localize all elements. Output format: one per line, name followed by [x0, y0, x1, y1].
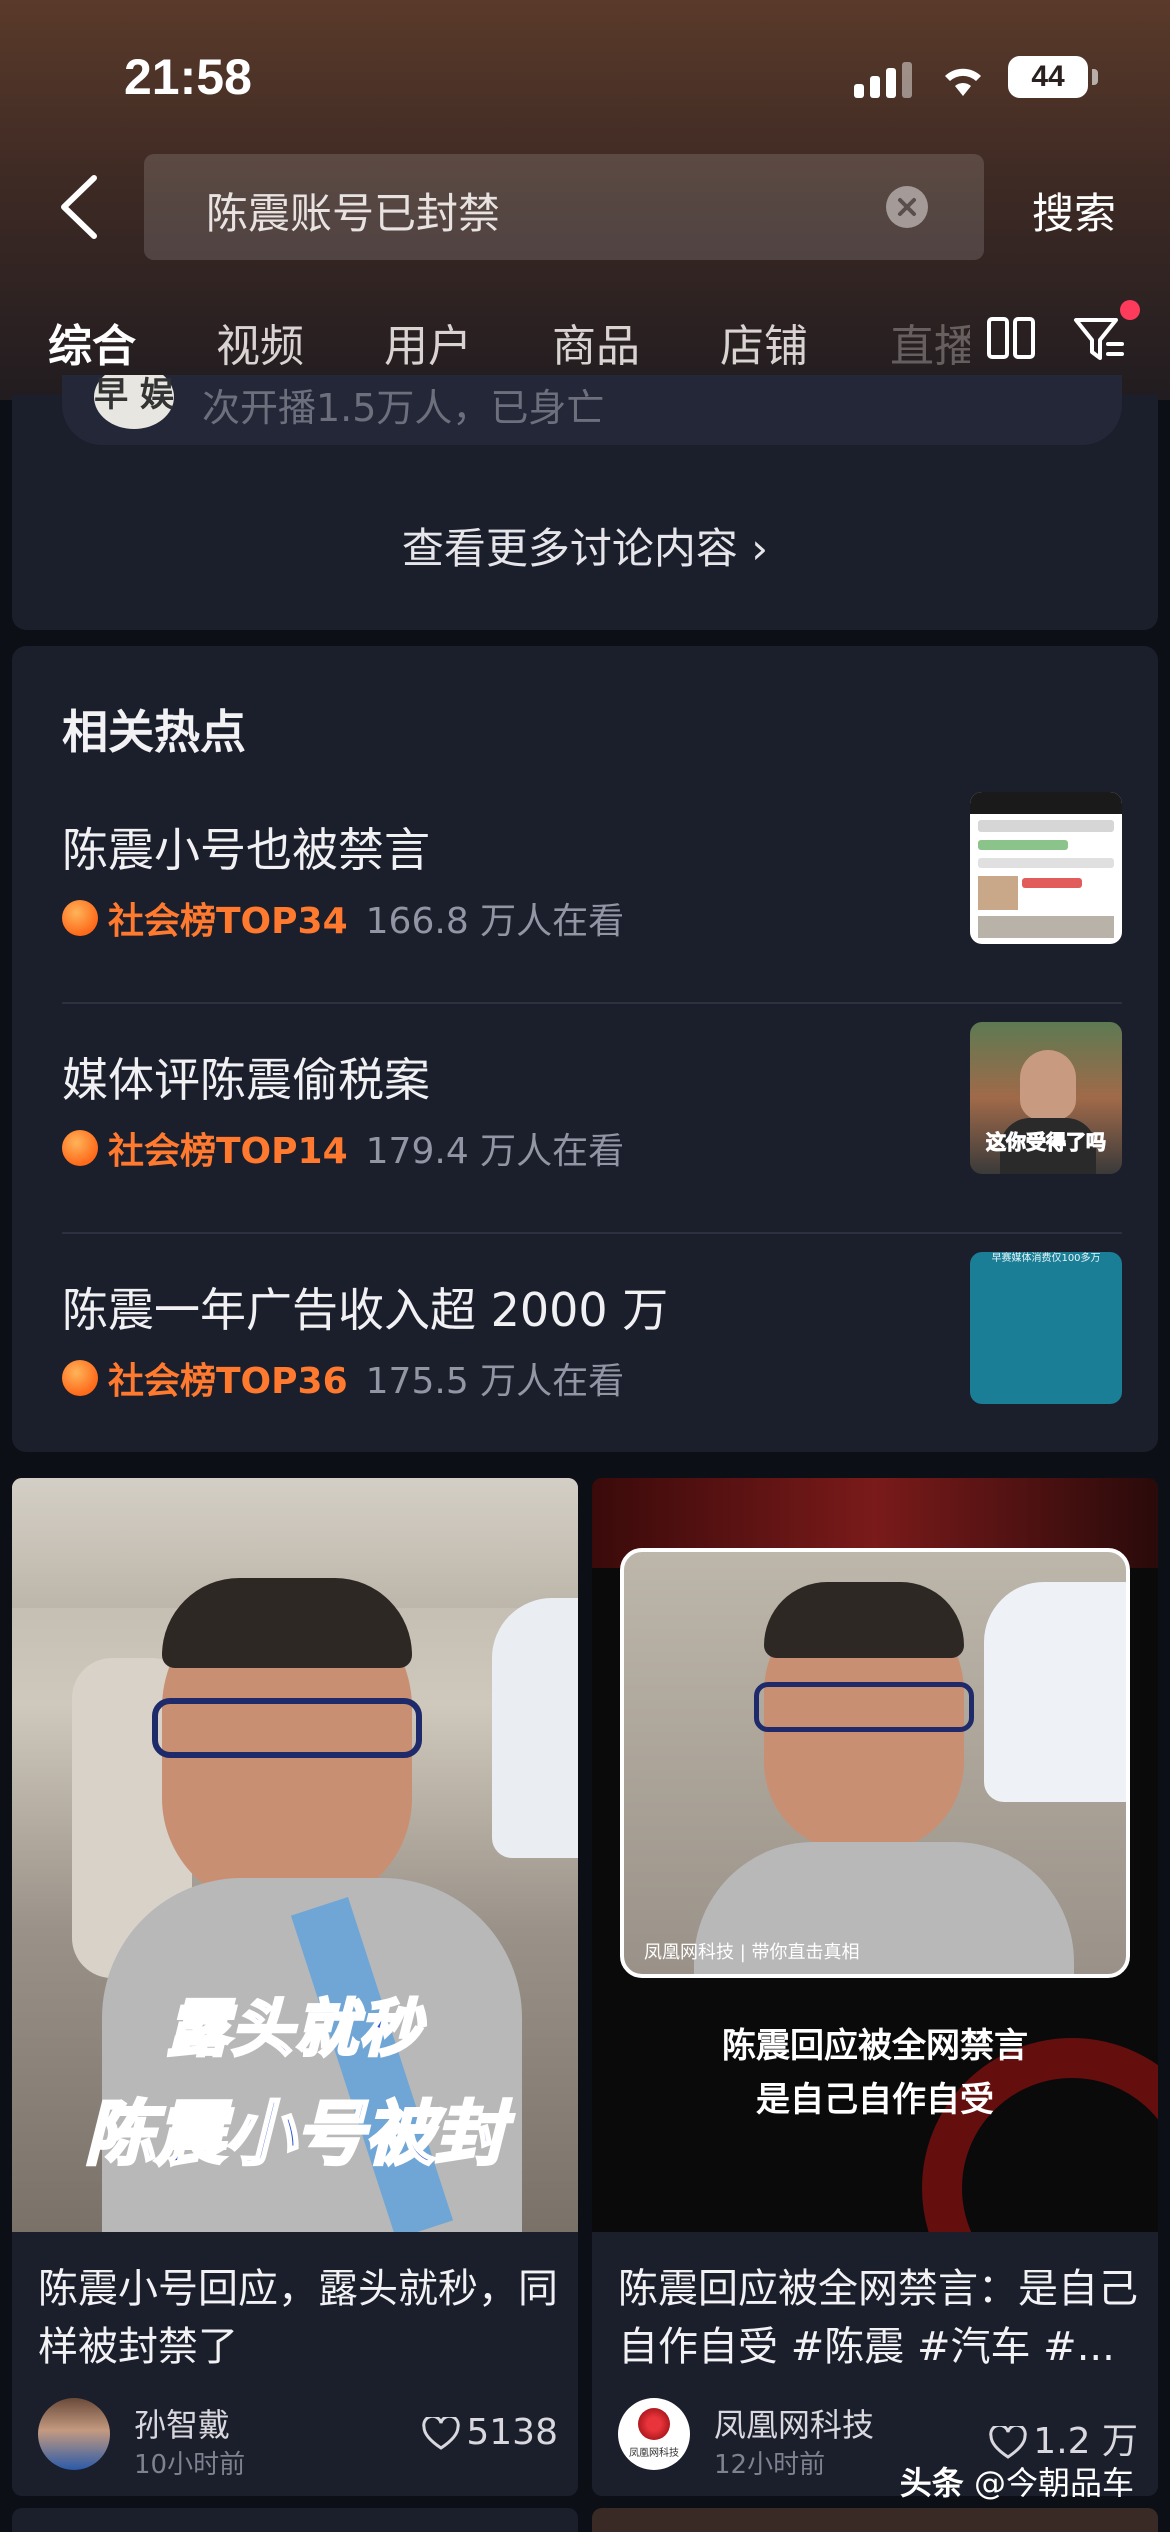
- search-input[interactable]: 陈震账号已封禁: [144, 154, 984, 260]
- hot-topic-thumbnail: 早赛媒体消费仅100多万: [970, 1252, 1122, 1404]
- search-button[interactable]: 搜索: [1032, 180, 1116, 241]
- thumbnail-caption: 早赛媒体消费仅100多万: [991, 1253, 1101, 1264]
- discussion-snippet: 次开播1.5万人，已身亡: [202, 386, 605, 430]
- watermark-brand: 头条: [899, 2464, 964, 2502]
- hot-topic-thumbnail: 这你受得了吗: [970, 1022, 1122, 1174]
- video-overlay-text: 陈震回应被全网禁言: [722, 2026, 1028, 2066]
- thumbnail-caption: 这你受得了吗: [986, 1130, 1107, 1155]
- video-title[interactable]: 陈震回应被全网禁言：是自己自作自受 #陈震 #汽车 #...: [618, 2260, 1138, 2376]
- hot-topic-title: 陈震一年广告收入超 2000 万: [62, 1283, 669, 1337]
- more-discussion-link[interactable]: 查看更多讨论内容 ›: [12, 515, 1158, 576]
- tab-products[interactable]: 商品: [552, 310, 640, 374]
- tab-video[interactable]: 视频: [216, 310, 304, 374]
- avatar[interactable]: 凤凰网科技: [618, 2398, 690, 2470]
- author-row: 孙智戴 10小时前 5138: [38, 2398, 558, 2480]
- back-icon[interactable]: [54, 172, 106, 242]
- video-title[interactable]: 陈震小号回应，露头就秒，同样被封禁了: [38, 2260, 558, 2376]
- next-card-peek: [592, 2508, 1158, 2532]
- video-overlay-text: 露头就秒: [165, 1991, 423, 2067]
- video-card[interactable]: 凤凰网科技 | 带你直击真相 陈震回应被全网禁言 是自己自作自受 陈震回应被全网…: [592, 1478, 1158, 2496]
- tab-stores[interactable]: 店铺: [720, 310, 808, 374]
- video-thumbnail[interactable]: 凤凰网科技 | 带你直击真相 陈震回应被全网禁言 是自己自作自受: [592, 1478, 1158, 2232]
- tab-all[interactable]: 综合: [48, 310, 136, 374]
- battery-indicator: 44: [1008, 56, 1098, 98]
- heart-icon: [989, 2426, 1028, 2459]
- source-avatar: 早 娱: [94, 375, 174, 429]
- post-time: 12小时前: [714, 2450, 826, 2480]
- tab-live[interactable]: 直播: [890, 310, 970, 374]
- notification-dot: [1120, 300, 1140, 320]
- hot-topic-title: 媒体评陈震偷税案: [62, 1053, 430, 1107]
- hot-rank: 社会榜TOP34: [108, 901, 348, 942]
- hot-topic-meta: 社会榜TOP14 179.4 万人在看: [62, 1122, 624, 1172]
- video-card[interactable]: 露头就秒 陈震小号被封 陈震小号回应，露头就秒，同样被封禁了 孙智戴 10小时前…: [12, 1478, 578, 2496]
- hot-topic-item[interactable]: 陈震小号也被禁言 社会榜TOP34 166.8 万人在看: [62, 774, 1122, 1004]
- video-overlay-text: 陈震小号被封: [84, 2092, 507, 2177]
- discussion-card: 早 娱 次开播1.5万人，已身亡 查看更多讨论内容 ›: [12, 375, 1158, 630]
- video-thumbnail[interactable]: 露头就秒 陈震小号被封: [12, 1478, 578, 2232]
- hot-rank-icon: [62, 900, 98, 936]
- layout-toggle-icon[interactable]: [986, 316, 1036, 360]
- section-title: 相关热点: [62, 705, 246, 759]
- discussion-item[interactable]: 早 娱 次开播1.5万人，已身亡: [62, 375, 1122, 445]
- hot-topic-meta: 社会榜TOP34 166.8 万人在看: [62, 892, 624, 942]
- heart-icon: [422, 2417, 461, 2450]
- watermark-handle: @今朝品车: [973, 2464, 1134, 2502]
- like-button[interactable]: 5138: [422, 2412, 558, 2453]
- video-overlay-text: 是自己自作自受: [756, 2080, 994, 2120]
- status-time: 21:58: [124, 49, 252, 105]
- hot-rank: 社会榜TOP36: [108, 1361, 348, 1402]
- avatar[interactable]: [38, 2398, 110, 2470]
- tab-users[interactable]: 用户: [384, 310, 472, 374]
- hot-rank-icon: [62, 1360, 98, 1396]
- hot-topic-meta: 社会榜TOP36 175.5 万人在看: [62, 1352, 624, 1402]
- hot-rank-icon: [62, 1130, 98, 1166]
- source-caption: 凤凰网科技 | 带你直击真相: [644, 1942, 860, 1963]
- search-query: 陈震账号已封禁: [206, 189, 501, 238]
- author-name[interactable]: 凤凰网科技: [714, 2400, 874, 2446]
- hot-rank: 社会榜TOP14: [108, 1131, 348, 1172]
- viewer-count: 166.8 万人在看: [365, 901, 625, 942]
- viewer-count: 175.5 万人在看: [365, 1361, 625, 1402]
- post-time: 10小时前: [134, 2450, 246, 2480]
- status-bar: 21:58 44: [0, 0, 1170, 150]
- avatar-text: 凤凰网科技: [629, 2448, 679, 2459]
- like-count: 1.2 万: [1033, 2421, 1138, 2462]
- hot-topic-item[interactable]: 媒体评陈震偷税案 社会榜TOP14 179.4 万人在看 这你受得了吗: [62, 1004, 1122, 1234]
- like-count: 5138: [466, 2412, 558, 2453]
- hot-topic-title: 陈震小号也被禁言: [62, 823, 430, 877]
- author-name[interactable]: 孙智戴: [134, 2400, 230, 2446]
- hot-topic-item[interactable]: 陈震一年广告收入超 2000 万 社会榜TOP36 175.5 万人在看 早赛媒体…: [62, 1234, 1122, 1464]
- next-card-peek: [12, 2508, 578, 2532]
- clear-icon[interactable]: [886, 186, 928, 228]
- viewer-count: 179.4 万人在看: [365, 1131, 625, 1172]
- related-hot-topics: 相关热点 陈震小号也被禁言 社会榜TOP34 166.8 万人在看 媒体评陈震偷税…: [12, 646, 1158, 1452]
- watermark: 头条 @今朝品车: [900, 2458, 1134, 2504]
- hot-topic-thumbnail: [970, 792, 1122, 944]
- cellular-signal-icon: [854, 62, 916, 98]
- like-button[interactable]: 1.2 万: [989, 2412, 1138, 2464]
- header: 21:58 44 陈震账号已封禁 搜索 综合 视频 用户 商品 店铺 直播: [0, 0, 1170, 400]
- filter-icon[interactable]: [1072, 314, 1132, 364]
- wifi-icon: [945, 68, 981, 96]
